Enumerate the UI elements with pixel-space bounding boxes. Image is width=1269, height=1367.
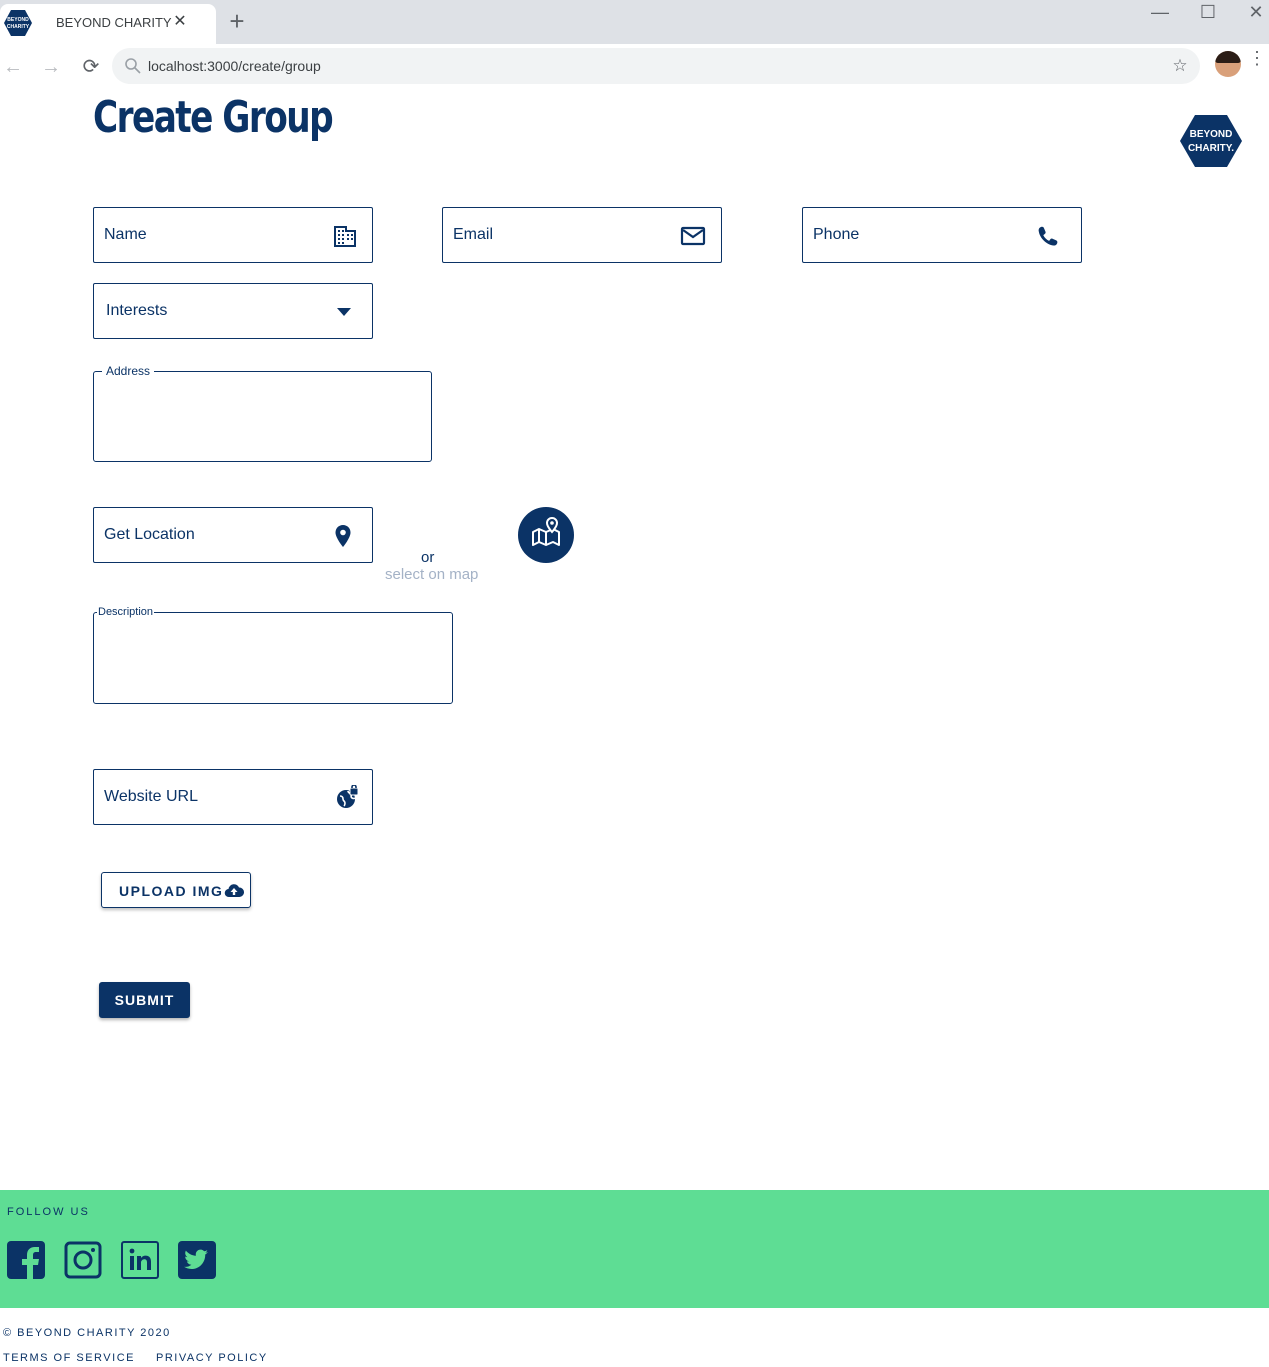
profile-avatar[interactable] xyxy=(1215,51,1241,77)
beyond-charity-logo[interactable]: BEYOND CHARITY. xyxy=(1179,114,1243,168)
phone-icon xyxy=(1038,226,1058,246)
url-text[interactable]: localhost:3000/create/group xyxy=(148,58,321,74)
address-bar[interactable]: localhost:3000/create/group ☆ xyxy=(112,48,1200,84)
dropdown-arrow-icon[interactable] xyxy=(331,299,357,325)
mail-icon xyxy=(680,226,706,246)
upload-img-button[interactable]: UPLOAD IMG xyxy=(101,872,251,908)
search-icon xyxy=(125,58,141,74)
instagram-icon[interactable] xyxy=(64,1241,102,1279)
get-location-button[interactable]: Get Location xyxy=(93,507,373,563)
maximize-button[interactable]: ☐ xyxy=(1198,2,1218,22)
public-globe-icon xyxy=(337,785,359,808)
terms-of-service-link[interactable]: TERMS OF SERVICE xyxy=(3,1352,135,1364)
email-field[interactable]: Email xyxy=(442,207,722,263)
website-url-field[interactable]: Website URL xyxy=(93,769,373,825)
footer-social-band: FOLLOW US xyxy=(0,1190,1269,1308)
reload-button[interactable]: ⟳ xyxy=(79,55,103,79)
linkedin-icon[interactable] xyxy=(121,1241,159,1279)
description-legend: Description xyxy=(97,606,155,618)
browser-tab-strip: BEYOND CHARITY BEYOND CHARITY ✕ + — ☐ ✕ xyxy=(0,0,1269,44)
interests-label: Interests xyxy=(106,302,168,319)
address-textarea[interactable]: Address xyxy=(93,364,432,462)
submit-label: SUBMIT xyxy=(114,992,175,1008)
submit-button[interactable]: SUBMIT xyxy=(99,982,190,1018)
copyright-text: © BEYOND CHARITY 2020 xyxy=(3,1327,171,1339)
location-pin-icon xyxy=(335,525,351,547)
address-legend: Address xyxy=(102,364,155,378)
avatar-hair xyxy=(1215,51,1241,63)
logo-text-line1: BEYOND xyxy=(1190,129,1233,140)
new-tab-button[interactable]: + xyxy=(224,8,250,35)
tab-title: BEYOND CHARITY xyxy=(56,15,172,30)
interests-select[interactable]: Interests xyxy=(93,283,373,339)
privacy-policy-link[interactable]: PRIVACY POLICY xyxy=(156,1352,268,1364)
browser-menu-icon[interactable]: ⋮ xyxy=(1248,49,1266,79)
phone-label: Phone xyxy=(813,226,860,243)
beyond-charity-favicon-icon: BEYOND CHARITY xyxy=(4,10,32,36)
or-text: or xyxy=(421,549,435,566)
business-icon xyxy=(334,226,356,247)
select-on-map-button[interactable] xyxy=(518,507,574,563)
cloud-upload-icon xyxy=(224,884,244,898)
logo-text-line2: CHARITY. xyxy=(1188,143,1234,154)
bookmark-star-icon[interactable]: ☆ xyxy=(1170,56,1190,76)
favicon-text-line1: BEYOND xyxy=(7,17,29,23)
forward-button[interactable]: → xyxy=(39,55,63,79)
minimize-button[interactable]: — xyxy=(1150,2,1170,22)
get-location-label: Get Location xyxy=(104,526,195,543)
favicon-text-line2: CHARITY xyxy=(7,24,30,30)
facebook-icon[interactable] xyxy=(7,1241,45,1279)
email-label: Email xyxy=(453,226,494,243)
window-close-button[interactable]: ✕ xyxy=(1246,2,1266,22)
upload-img-label: UPLOAD IMG xyxy=(119,883,224,899)
browser-toolbar: ← → ⟳ localhost:3000/create/group ☆ xyxy=(0,44,1269,90)
browser-tab[interactable]: BEYOND CHARITY BEYOND CHARITY ✕ xyxy=(0,4,216,44)
website-url-label: Website URL xyxy=(104,788,198,805)
map-pin-icon xyxy=(532,516,560,546)
phone-field[interactable]: Phone xyxy=(802,207,1082,263)
name-field[interactable]: Name xyxy=(93,207,373,263)
back-button[interactable]: ← xyxy=(1,55,25,79)
name-label: Name xyxy=(104,226,147,243)
tab-close-icon[interactable]: ✕ xyxy=(171,13,189,31)
description-textarea[interactable]: Description xyxy=(93,606,453,704)
page-title: Create Group xyxy=(93,92,334,143)
twitter-icon[interactable] xyxy=(178,1241,216,1279)
follow-us-heading: FOLLOW US xyxy=(7,1206,90,1218)
select-on-map-link[interactable]: select on map xyxy=(385,566,478,583)
